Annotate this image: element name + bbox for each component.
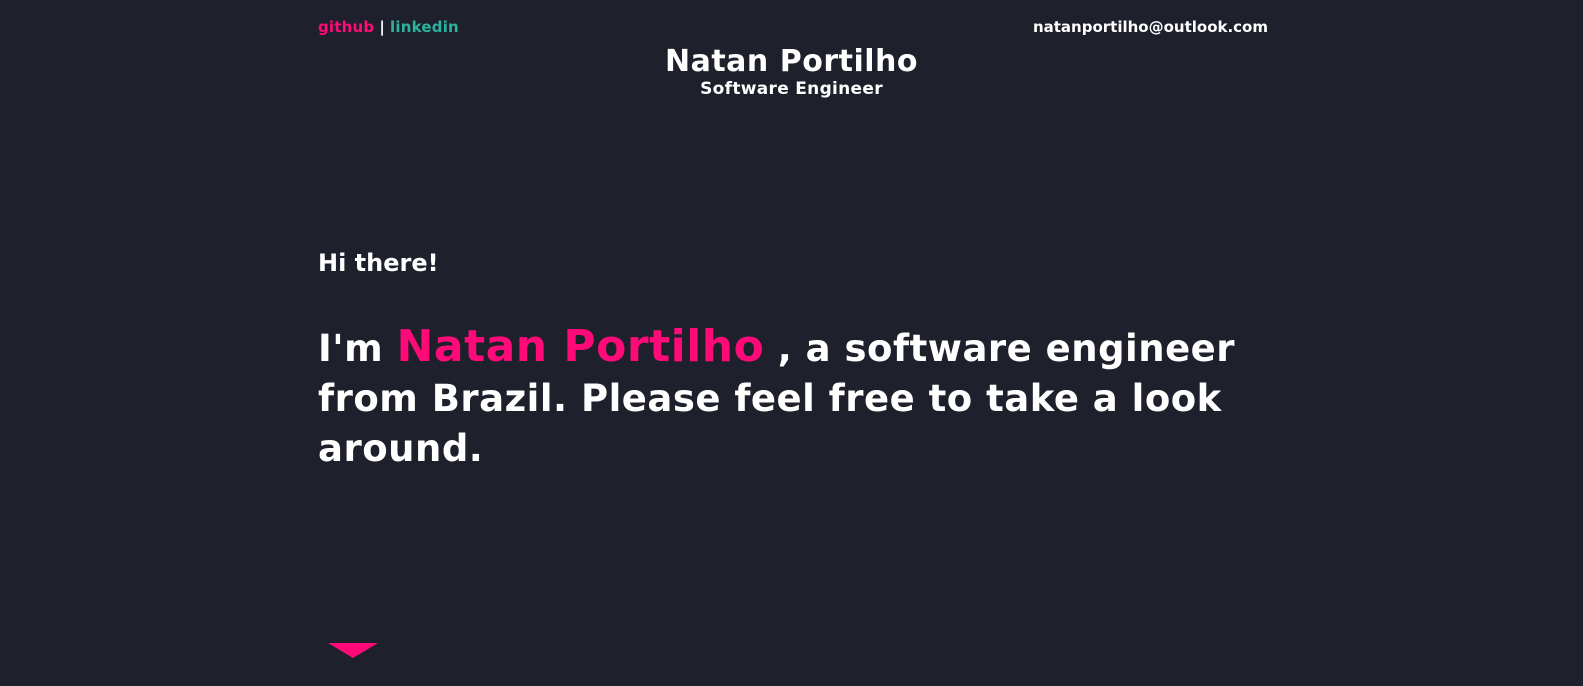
intro-prefix: I'm — [318, 327, 384, 370]
greeting-heading: Hi there! — [318, 249, 439, 277]
link-separator: | — [379, 18, 386, 36]
intro-name-highlight: Natan Portilho — [396, 321, 765, 372]
page: github | linkedin natanportilho@outlook.co… — [0, 0, 1583, 686]
site-title: Natan Portilho — [664, 44, 918, 79]
github-link[interactable]: github — [318, 18, 374, 36]
site-brand: Natan Portilho Software Engineer — [0, 44, 1583, 98]
site-subtitle: Software Engineer — [700, 79, 883, 99]
email-link[interactable]: natanportilho@outlook.com — [1033, 18, 1268, 36]
triangle-down-icon[interactable] — [328, 643, 378, 658]
linkedin-link[interactable]: linkedin — [390, 18, 459, 36]
intro-paragraph: I'm Natan Portilho , a software engineer… — [318, 322, 1243, 474]
top-bar: github | linkedin natanportilho@outlook.co… — [318, 18, 1268, 40]
social-links: github | linkedin — [318, 18, 459, 36]
